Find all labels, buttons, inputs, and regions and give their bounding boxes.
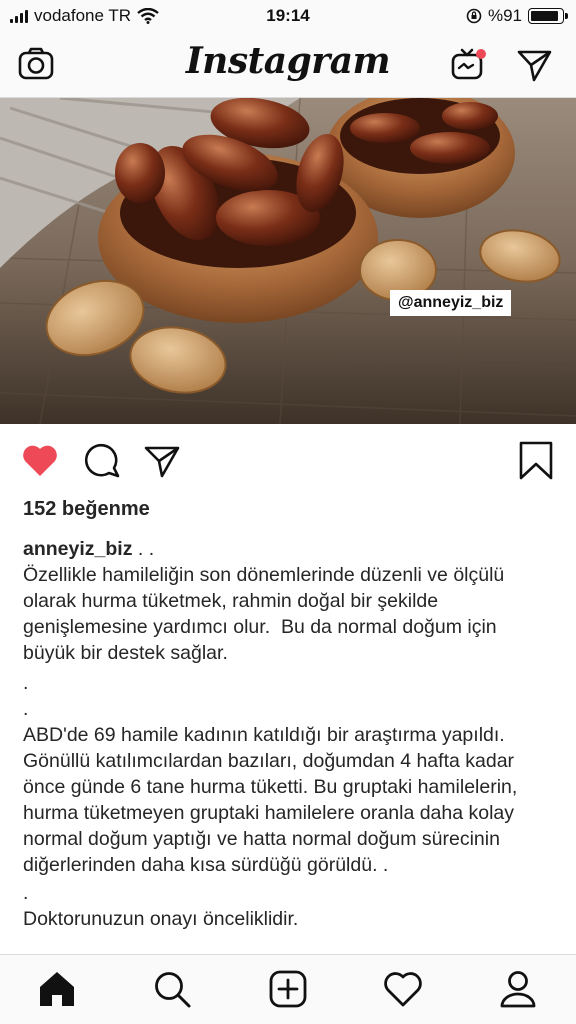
caption-header: anneyiz_biz . .: [23, 536, 553, 562]
instagram-logo: Instagram: [185, 40, 391, 82]
bookmark-icon[interactable]: [516, 440, 556, 480]
caption-line: Doktorunuzun onayı önceliklidir.: [23, 908, 299, 930]
post-caption: anneyiz_biz . . Özellikle hamileliğin so…: [23, 536, 553, 932]
search-icon[interactable]: [150, 967, 194, 1011]
share-icon[interactable]: [142, 440, 182, 480]
post-actions: [0, 440, 576, 484]
caption-user-suffix: . .: [132, 538, 155, 560]
image-watermark: @anneyiz_biz: [390, 290, 512, 316]
post-image[interactable]: @anneyiz_biz: [0, 98, 576, 424]
battery-percent: %91: [487, 6, 522, 25]
caption-line: .: [23, 698, 29, 720]
status-right: %91: [466, 6, 568, 26]
battery-icon: [528, 8, 568, 24]
status-bar: vodafone TR 19:14 %91: [0, 0, 576, 34]
like-count[interactable]: 152 beğenme: [23, 498, 150, 521]
caption-line: .: [23, 672, 29, 694]
orientation-lock-icon: [466, 8, 482, 24]
activity-heart-icon[interactable]: [381, 967, 425, 1011]
add-post-icon[interactable]: [266, 967, 310, 1011]
caption-username[interactable]: anneyiz_biz: [23, 538, 132, 560]
heart-icon[interactable]: [20, 440, 60, 480]
battery-level: [531, 11, 559, 21]
caption-line: .: [23, 882, 29, 904]
app-header: Instagram: [0, 34, 576, 98]
caption-line: ABD'de 69 hamile kadının katıldığı bir a…: [23, 724, 529, 876]
comment-icon[interactable]: [82, 440, 122, 480]
igtv-icon[interactable]: [448, 44, 488, 84]
profile-icon[interactable]: [496, 967, 540, 1011]
notification-dot: [476, 49, 486, 59]
direct-message-icon[interactable]: [514, 44, 554, 84]
dates-and-walnuts-photo: [0, 98, 576, 424]
caption-line: Özellikle hamileliğin son dönemlerinde d…: [23, 564, 510, 664]
home-icon[interactable]: [35, 967, 79, 1011]
bottom-navigation: [0, 954, 576, 1024]
